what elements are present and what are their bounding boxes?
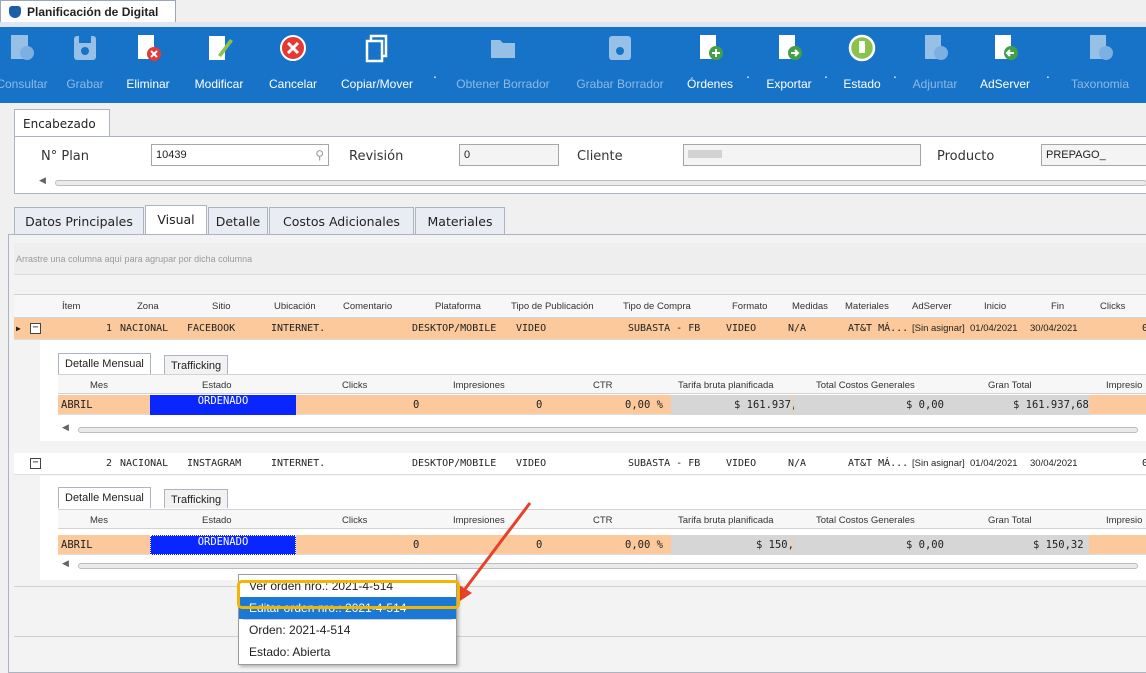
group-panel[interactable]: Arrastre una columna aquí para agrupar p… — [14, 243, 1146, 275]
col-sitio[interactable]: Sitio — [212, 301, 230, 312]
adjuntar-button[interactable]: Adjuntar — [906, 27, 964, 103]
cliente-field[interactable] — [683, 144, 921, 166]
producto-field[interactable]: PREPAGO_ — [1041, 144, 1146, 166]
table-row[interactable]: − 2 NACIONAL INSTAGRAM INTERNET. DESKTOP… — [14, 453, 1146, 475]
col-fin[interactable]: Fin — [1051, 301, 1064, 312]
callout-highlight — [237, 580, 460, 609]
document-delete-icon — [138, 35, 161, 61]
subtab-detalle-mensual[interactable]: Detalle Mensual — [58, 487, 151, 508]
obtener-borrador-button[interactable]: Obtener Borrador — [448, 27, 558, 103]
scroll-left-icon[interactable]: ◀ — [62, 558, 69, 569]
col-tipo-compra[interactable]: Tipo de Compra — [623, 301, 691, 312]
consultar-button[interactable]: Consultar — [0, 27, 52, 103]
window-title: Planificación de Digital — [27, 4, 159, 19]
col-tipo-publicacion[interactable]: Tipo de Publicación — [511, 301, 594, 312]
subtab-detalle-mensual[interactable]: Detalle Mensual — [58, 353, 151, 374]
document-edit-icon — [209, 36, 233, 60]
status-cell[interactable]: ORDENADO — [150, 535, 296, 555]
grabar-borrador-button[interactable]: Grabar Borrador — [568, 27, 672, 103]
revision-label: Revisión — [349, 149, 404, 164]
save-icon — [74, 36, 96, 60]
app-logo-icon — [9, 5, 21, 18]
col-adserver[interactable]: AdServer — [912, 301, 952, 312]
tab-materiales[interactable]: Materiales — [415, 207, 505, 235]
col-plataforma[interactable]: Plataforma — [435, 301, 481, 312]
window-tab[interactable]: Planificación de Digital — [0, 0, 176, 22]
export-icon — [779, 35, 802, 60]
col-comentario[interactable]: Comentario — [343, 301, 392, 312]
adserver-button[interactable]: AdServer — [974, 27, 1036, 103]
taxonomia-button[interactable]: Taxonomia — [1060, 27, 1140, 103]
detail-scrollbar[interactable]: ◀ — [58, 422, 1146, 436]
copy-icon — [365, 34, 388, 63]
tab-costos-adicionales[interactable]: Costos Adicionales — [269, 207, 414, 235]
divider — [14, 586, 1146, 587]
cancel-icon — [280, 35, 306, 61]
col-materiales[interactable]: Materiales — [845, 301, 889, 312]
eliminar-button[interactable]: Eliminar — [120, 27, 176, 103]
collapse-icon[interactable]: − — [30, 323, 41, 334]
toolbar-separator: . — [746, 65, 750, 81]
adserver-icon — [995, 35, 1018, 60]
menu-item-estado[interactable]: Estado: Abierta — [239, 641, 456, 663]
cliente-label: Cliente — [577, 149, 623, 164]
revision-field[interactable]: 0 — [459, 144, 559, 166]
estado-button[interactable]: Estado — [836, 27, 888, 103]
tab-visual[interactable]: Visual — [145, 205, 207, 235]
scroll-left-icon[interactable]: ◀ — [39, 175, 46, 186]
header-scrollbar[interactable]: ◀ — [35, 175, 1146, 189]
plan-label: N° Plan — [41, 149, 90, 164]
status-cell[interactable]: ORDENADO — [150, 395, 296, 415]
plan-number-field[interactable]: 10439 ⚲ — [151, 144, 329, 166]
modificar-button[interactable]: Modificar — [186, 27, 252, 103]
row-indicator-icon: ▶ — [16, 324, 21, 333]
toolbar: Consultar Grabar Eliminar Modificar Canc… — [0, 27, 1146, 103]
subtab-trafficking[interactable]: Trafficking — [164, 355, 229, 374]
header-panel: N° Plan 10439 ⚲ Revisión 0 Cliente Produ… — [14, 136, 1146, 194]
detail-scrollbar[interactable]: ◀ — [58, 558, 1146, 572]
collapse-icon[interactable]: − — [30, 458, 41, 469]
grabar-button[interactable]: Grabar — [60, 27, 110, 103]
tab-datos-principales[interactable]: Datos Principales — [14, 207, 144, 235]
tab-encabezado[interactable]: Encabezado — [14, 109, 110, 137]
exportar-button[interactable]: Exportar — [758, 27, 820, 103]
document-add-icon — [700, 35, 723, 60]
toolbar-separator: . — [433, 65, 437, 81]
divider — [14, 636, 1146, 637]
attach-icon — [925, 35, 948, 60]
table-row[interactable]: ▶ − 1 NACIONAL FACEBOOK INTERNET. DESKTO… — [14, 318, 1146, 340]
col-formato[interactable]: Formato — [732, 301, 767, 312]
ordenes-button[interactable]: Órdenes — [680, 27, 740, 103]
copiar-mover-button[interactable]: Copiar/Mover — [334, 27, 420, 103]
search-icon[interactable]: ⚲ — [315, 148, 324, 162]
taxonomy-icon — [1090, 35, 1113, 60]
detail-header: Mes Estado Clicks Impresiones CTR Tarifa… — [58, 374, 1146, 394]
col-medidas[interactable]: Medidas — [792, 301, 828, 312]
document-question-icon — [11, 35, 34, 60]
detail-row[interactable]: ABRIL ORDENADO 0 0 0,00 % $ 161.937,68 $… — [58, 395, 1146, 415]
col-ubicacion[interactable]: Ubicación — [274, 301, 316, 312]
detail-row[interactable]: ABRIL ORDENADO 0 0 0,00 % $ 150,32 $ 0,0… — [58, 535, 1146, 555]
save-draft-icon — [609, 36, 631, 60]
menu-item-orden[interactable]: Orden: 2021-4-514 — [239, 619, 456, 641]
col-zona[interactable]: Zona — [137, 301, 159, 312]
redacted-text — [688, 150, 722, 158]
col-clicks[interactable]: Clicks — [1100, 301, 1125, 312]
col-item[interactable]: Ítem — [62, 301, 80, 312]
detail-header: Mes Estado Clicks Impresiones CTR Tarifa… — [58, 509, 1146, 529]
scroll-left-icon[interactable]: ◀ — [62, 422, 69, 433]
toolbar-separator: . — [824, 65, 828, 81]
subtab-trafficking[interactable]: Trafficking — [164, 489, 229, 508]
toolbar-separator: . — [893, 65, 897, 81]
producto-label: Producto — [937, 149, 995, 164]
tab-detalle[interactable]: Detalle — [208, 207, 268, 235]
status-icon — [848, 34, 876, 62]
cancelar-button[interactable]: Cancelar — [262, 27, 324, 103]
toolbar-separator: . — [1046, 65, 1050, 81]
col-inicio[interactable]: Inicio — [984, 301, 1006, 312]
grid-header: Ítem Zona Sitio Ubicación Comentario Pla… — [14, 294, 1146, 318]
folder-icon — [491, 40, 515, 58]
